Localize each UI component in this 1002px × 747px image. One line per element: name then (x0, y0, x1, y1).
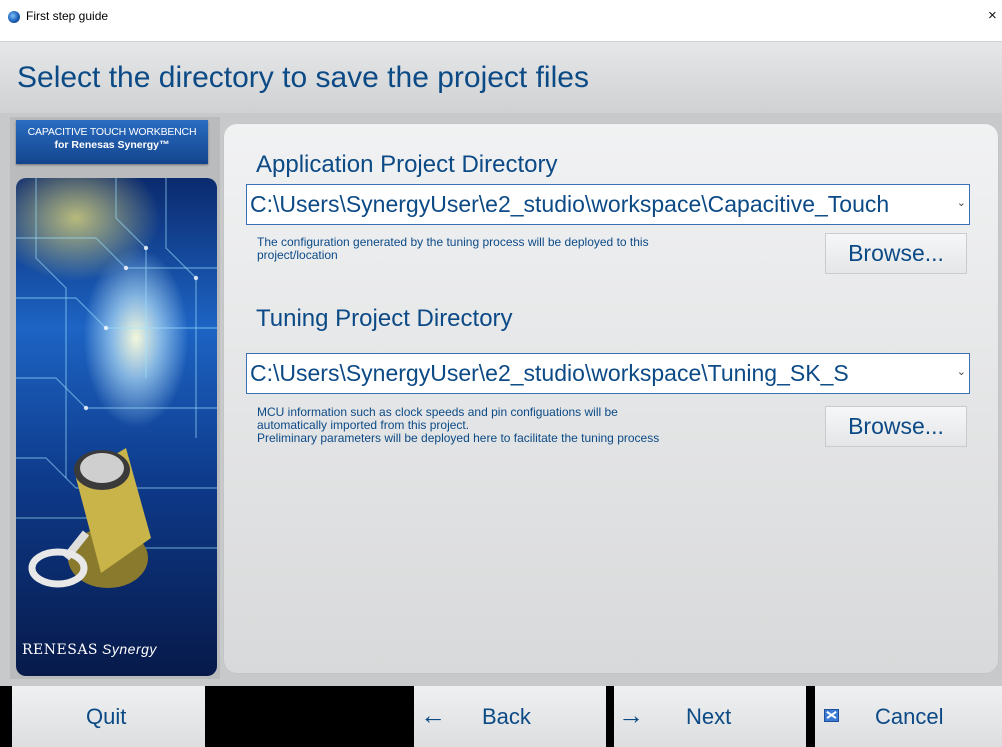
app-project-path-value: C:\Users\SynergyUser\e2_studio\workspace… (250, 191, 890, 217)
app-project-heading: Application Project Directory (256, 151, 558, 178)
chevron-down-icon[interactable]: ⌄ (957, 196, 966, 209)
tuning-project-description-line3: Preliminary parameters will be deployed … (257, 431, 660, 445)
product-badge: CAPACITIVE TOUCH WORKBENCH for Renesas S… (16, 120, 208, 164)
product-badge-line2: for Renesas Synergy™ (54, 139, 170, 151)
renesas-synergy-logo: RENESAS Synergy (22, 641, 157, 658)
app-project-path-combo[interactable]: C:\Users\SynergyUser\e2_studio\workspace… (246, 184, 970, 225)
app-project-description-line2: project/location (257, 248, 338, 262)
tuning-project-path-combo[interactable]: C:\Users\SynergyUser\e2_studio\workspace… (246, 353, 970, 394)
sidebar-key-illustration (16, 178, 217, 676)
app-logo-icon (8, 11, 20, 23)
arrow-left-icon: ← (420, 700, 446, 730)
page-title: Select the directory to save the project… (17, 61, 589, 94)
tuning-project-path-value: C:\Users\SynergyUser\e2_studio\workspace… (250, 360, 849, 386)
tuning-project-browse-button[interactable]: Browse... (825, 406, 967, 447)
back-button[interactable]: ← Back (414, 686, 606, 747)
quit-button-label: Quit (86, 704, 127, 729)
cancel-button-label: Cancel (875, 704, 944, 729)
window-close-button[interactable]: × (988, 6, 1002, 26)
arrow-right-icon: → (618, 700, 644, 730)
next-button-label: Next (686, 704, 732, 729)
cancel-icon (824, 709, 839, 722)
chevron-down-icon[interactable]: ⌄ (957, 365, 966, 378)
back-button-label: Back (482, 704, 531, 729)
synergy-logo-text: Synergy (102, 641, 157, 657)
app-project-description-line1: The configuration generated by the tunin… (257, 235, 649, 249)
page-header: Select the directory to save the project… (0, 42, 1002, 113)
window-title: First step guide (26, 9, 109, 23)
renesas-logo-text: RENESAS (22, 642, 99, 658)
app-project-browse-button[interactable]: Browse... (825, 233, 967, 274)
quit-button[interactable]: Quit (12, 686, 205, 747)
app-project-description: The configuration generated by the tunin… (257, 236, 797, 262)
cancel-button[interactable]: Cancel (815, 686, 1002, 747)
tuning-project-description: MCU information such as clock speeds and… (257, 406, 807, 445)
tuning-project-heading: Tuning Project Directory (256, 305, 513, 332)
next-button[interactable]: → Next (614, 686, 806, 747)
window-titlebar: First step guide × (0, 0, 1002, 42)
product-badge-line1: CAPACITIVE TOUCH WORKBENCH (27, 126, 197, 138)
